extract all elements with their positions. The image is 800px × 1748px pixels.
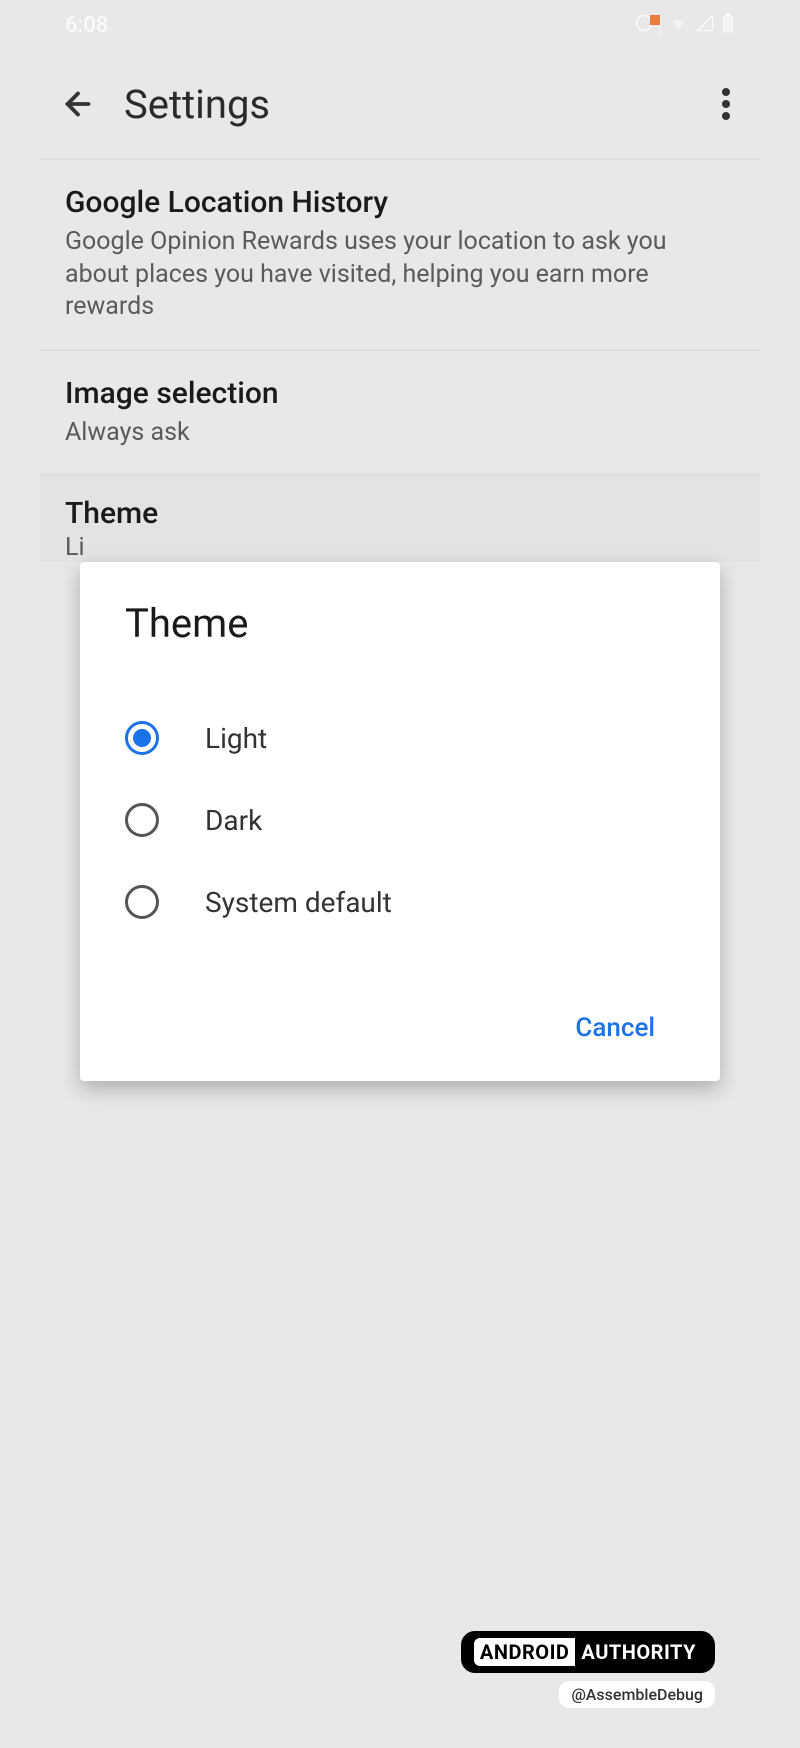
status-time: 6:08: [65, 13, 108, 38]
radio-icon: [125, 803, 159, 837]
dialog-actions: Cancel: [125, 1003, 675, 1053]
theme-dialog: Theme Light Dark System default Cancel: [80, 562, 720, 1081]
battery-icon: [721, 13, 735, 37]
wifi-icon: [667, 14, 689, 36]
watermark: ANDROID AUTHORITY @AssembleDebug: [461, 1631, 715, 1708]
setting-location-history[interactable]: Google Location History Google Opinion R…: [40, 160, 760, 351]
radio-option-system-default[interactable]: System default: [125, 861, 675, 943]
page-title: Settings: [124, 81, 722, 128]
back-arrow-icon[interactable]: [60, 86, 96, 122]
watermark-handle: @AssembleDebug: [559, 1681, 715, 1708]
radio-label: Light: [205, 722, 267, 755]
radio-label: System default: [205, 886, 392, 919]
radio-option-light[interactable]: Light: [125, 697, 675, 779]
status-bar: 6:08: [40, 0, 760, 50]
status-icons: [635, 13, 735, 37]
setting-title: Image selection: [65, 376, 735, 411]
radio-option-dark[interactable]: Dark: [125, 779, 675, 861]
setting-theme[interactable]: Theme Li: [40, 476, 760, 562]
signal-icon: [695, 14, 715, 36]
setting-title: Theme: [65, 496, 735, 531]
watermark-badge: ANDROID AUTHORITY: [461, 1631, 715, 1673]
cast-icon: [659, 16, 661, 35]
radio-icon: [125, 721, 159, 755]
watermark-brand-left: ANDROID: [474, 1638, 576, 1666]
app-header: Settings: [40, 50, 760, 160]
more-vert-icon[interactable]: [722, 88, 730, 120]
cancel-button[interactable]: Cancel: [555, 1003, 675, 1053]
setting-value-partial: Li: [65, 533, 735, 562]
watermark-brand-right: AUTHORITY: [575, 1638, 702, 1666]
radio-icon: [125, 885, 159, 919]
setting-description: Google Opinion Rewards uses your locatio…: [65, 226, 735, 324]
dialog-title: Theme: [125, 600, 675, 647]
setting-image-selection[interactable]: Image selection Always ask: [40, 351, 760, 477]
setting-title: Google Location History: [65, 185, 735, 220]
radio-label: Dark: [205, 804, 262, 837]
setting-value: Always ask: [65, 417, 735, 450]
